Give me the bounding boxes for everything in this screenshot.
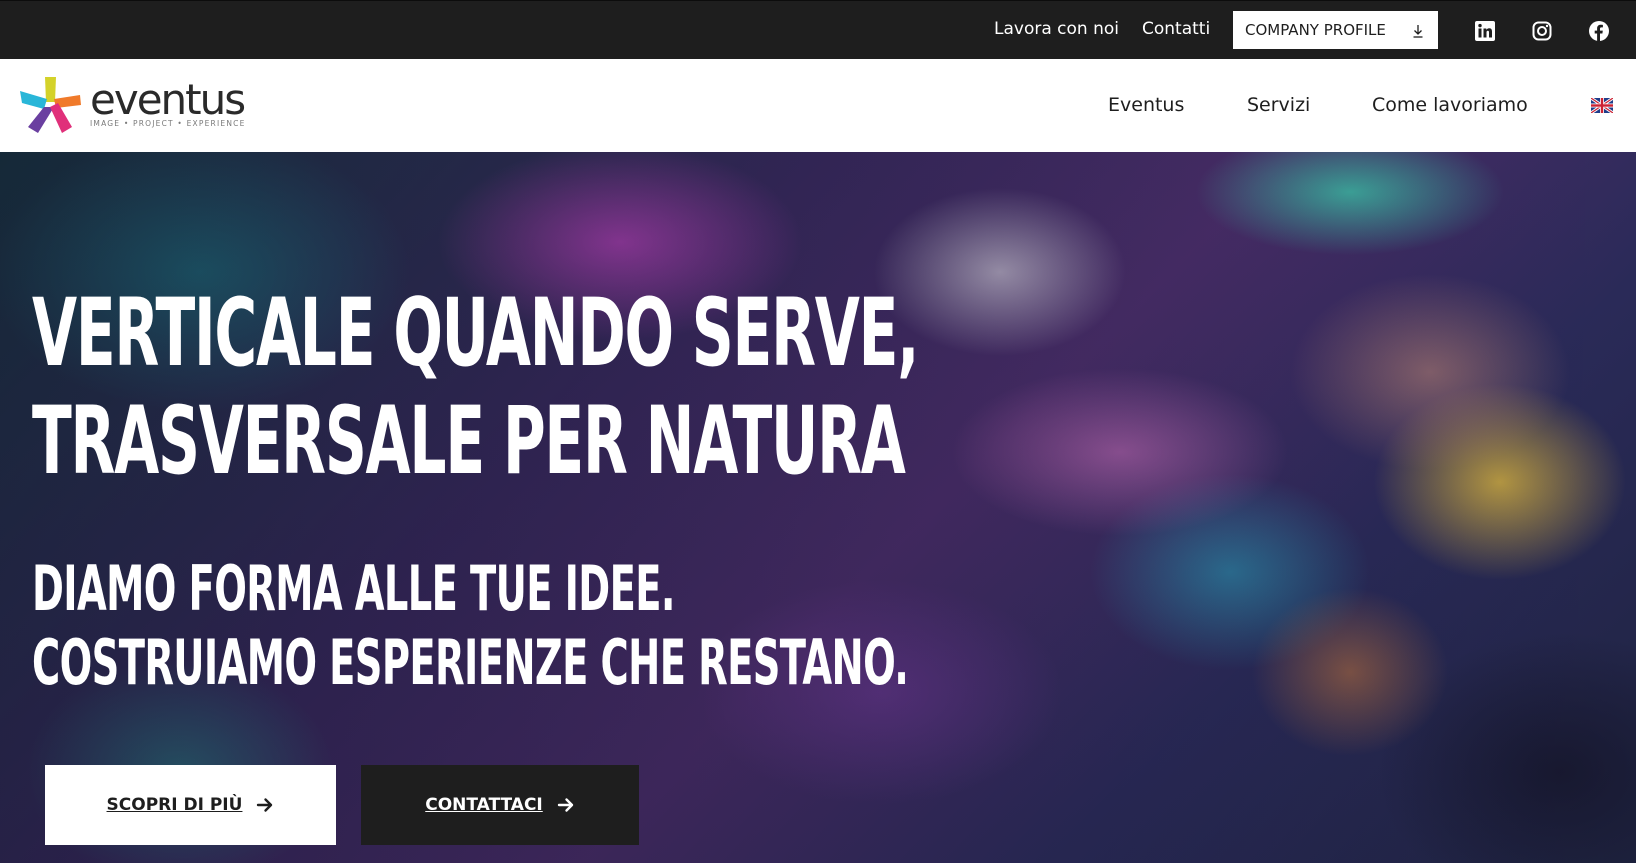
uk-flag-icon[interactable] bbox=[1591, 98, 1613, 113]
logo-star-icon bbox=[20, 77, 81, 133]
arrow-right-icon bbox=[557, 798, 573, 812]
hero-overlay bbox=[0, 152, 1636, 863]
main-header: eventus IMAGE • PROJECT • EXPERIENCE Eve… bbox=[0, 59, 1636, 152]
company-profile-label: COMPANY PROFILE bbox=[1245, 21, 1386, 39]
nav-item-servizi[interactable]: Servizi bbox=[1247, 94, 1310, 116]
hero-headline-line-2: TRASVERSALE PER NATURA bbox=[32, 387, 906, 496]
logo-tagline: IMAGE • PROJECT • EXPERIENCE bbox=[90, 119, 246, 128]
hero-headline-line-1: VERTICALE QUANDO SERVE, bbox=[32, 279, 919, 388]
lavora-con-noi-link[interactable]: Lavora con noi bbox=[994, 19, 1119, 39]
hero-subheadline-line-1: DIAMO FORMA ALLE TUE IDEE. bbox=[32, 552, 675, 625]
hero-headline: VERTICALE QUANDO SERVE, TRASVERSALE PER … bbox=[32, 279, 919, 496]
contattaci-label: CONTATTACI bbox=[425, 795, 543, 815]
facebook-icon[interactable] bbox=[1589, 21, 1609, 41]
company-profile-button[interactable]: COMPANY PROFILE bbox=[1233, 11, 1438, 49]
hero-section: VERTICALE QUANDO SERVE, TRASVERSALE PER … bbox=[0, 152, 1636, 863]
nav-item-come-lavoriamo[interactable]: Come lavoriamo bbox=[1372, 94, 1528, 116]
contatti-link[interactable]: Contatti bbox=[1142, 19, 1210, 39]
arrow-right-icon bbox=[257, 798, 273, 812]
logo-wordmark: eventus bbox=[90, 75, 246, 124]
hero-subheadline: DIAMO FORMA ALLE TUE IDEE. COSTRUIAMO ES… bbox=[32, 552, 909, 700]
instagram-icon[interactable] bbox=[1532, 21, 1552, 41]
scopri-di-piu-label: SCOPRI DI PIÙ bbox=[106, 795, 243, 815]
top-bar: Lavora con noi Contatti COMPANY PROFILE bbox=[0, 0, 1636, 59]
scopri-di-piu-button[interactable]: SCOPRI DI PIÙ bbox=[45, 765, 336, 845]
download-icon bbox=[1413, 25, 1423, 38]
nav-item-eventus[interactable]: Eventus bbox=[1108, 94, 1184, 116]
hero-subheadline-line-2: COSTRUIAMO ESPERIENZE CHE RESTANO. bbox=[32, 626, 909, 699]
eventus-logo[interactable]: eventus IMAGE • PROJECT • EXPERIENCE bbox=[20, 75, 250, 135]
linkedin-icon[interactable] bbox=[1475, 21, 1495, 41]
contattaci-button[interactable]: CONTATTACI bbox=[361, 765, 639, 845]
